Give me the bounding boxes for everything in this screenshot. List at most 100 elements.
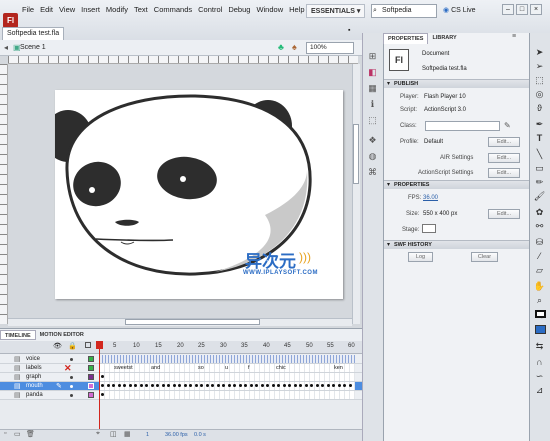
air-settings-edit-button[interactable]: Edit...: [488, 153, 520, 163]
keyframe[interactable]: [117, 384, 121, 387]
hand-tool-icon[interactable]: ✋: [533, 280, 546, 292]
back-arrow-icon[interactable]: ◂: [4, 43, 8, 52]
keyframe[interactable]: [321, 384, 324, 387]
document-tab[interactable]: Softpedia test.fla: [2, 27, 65, 40]
menu-control[interactable]: Control: [198, 5, 222, 14]
keyframe[interactable]: [233, 384, 236, 387]
fps-value[interactable]: 36.00: [423, 195, 438, 201]
search-input[interactable]: Softpedia: [371, 4, 437, 18]
keyframe[interactable]: [178, 384, 181, 387]
keyframe[interactable]: [128, 384, 132, 387]
lasso-tool-icon[interactable]: ϑ: [533, 102, 546, 114]
center-frame-icon[interactable]: ⌖: [96, 430, 100, 438]
pen-tool-icon[interactable]: ✒: [533, 118, 546, 130]
keyframe[interactable]: [238, 384, 242, 387]
size-edit-button[interactable]: Edit...: [488, 209, 520, 219]
align-icon[interactable]: ⊞: [366, 50, 379, 63]
edit-scene-icon[interactable]: ♣: [278, 42, 284, 52]
playhead[interactable]: [99, 341, 100, 429]
bone-tool-icon[interactable]: ⚯: [533, 220, 546, 232]
menu-commands[interactable]: Commands: [154, 5, 192, 14]
maximize-button[interactable]: □: [516, 4, 528, 15]
collapse-arrow-icon[interactable]: ▾: [387, 241, 390, 248]
menu-edit[interactable]: Edit: [40, 5, 53, 14]
new-folder-icon[interactable]: ▭: [14, 430, 21, 438]
tab-timeline[interactable]: TIMELINE: [0, 330, 36, 340]
vertical-scroll-thumb[interactable]: [353, 124, 359, 184]
keyframe[interactable]: [227, 384, 231, 387]
menu-modify[interactable]: Modify: [106, 5, 128, 14]
keyframe[interactable]: [211, 384, 214, 387]
keyframe[interactable]: [260, 384, 264, 387]
visibility-dot[interactable]: [70, 385, 73, 388]
keyframe[interactable]: [299, 384, 302, 387]
code-snippets-icon[interactable]: ⌘: [366, 166, 379, 179]
keyframe[interactable]: [205, 384, 209, 387]
log-button[interactable]: Log: [408, 252, 433, 262]
keyframe[interactable]: [106, 384, 110, 387]
rectangle-tool-icon[interactable]: ▭: [533, 162, 546, 174]
keyframe[interactable]: [150, 384, 154, 387]
transform-icon[interactable]: ⬚: [366, 114, 379, 127]
keyframe[interactable]: [167, 384, 170, 387]
layer-row[interactable]: ▤ graph: [0, 373, 362, 382]
minimize-button[interactable]: –: [502, 4, 514, 15]
swatches-icon[interactable]: ▦: [366, 82, 379, 95]
visibility-dot[interactable]: [70, 358, 73, 361]
layer-color[interactable]: [88, 383, 94, 389]
keyframe[interactable]: [139, 384, 143, 387]
publish-section-header[interactable]: PUBLISH: [384, 79, 529, 88]
menu-file[interactable]: File: [22, 5, 34, 14]
smooth-icon[interactable]: ∽: [533, 370, 546, 382]
subselection-tool-icon[interactable]: ➢: [533, 60, 546, 72]
zoom-select[interactable]: 100%: [306, 42, 354, 54]
tab-properties[interactable]: PROPERTIES: [383, 33, 429, 44]
keyframe[interactable]: [255, 384, 258, 387]
deco-tool-icon[interactable]: ✿: [533, 206, 546, 218]
pencil-tool-icon[interactable]: ✏: [533, 176, 546, 188]
delete-layer-icon[interactable]: 🗑: [26, 430, 35, 438]
keyframe[interactable]: [343, 384, 346, 387]
new-layer-icon[interactable]: ▫: [4, 430, 6, 437]
swf-history-section-header[interactable]: SWF HISTORY: [384, 240, 529, 249]
keyframe[interactable]: [101, 384, 104, 387]
layer-row[interactable]: ▤ voice: [0, 355, 362, 364]
eye-icon[interactable]: 👁: [53, 342, 62, 350]
swap-colors-icon[interactable]: ⇆: [533, 340, 546, 352]
layer-color[interactable]: [88, 356, 94, 362]
keyframe[interactable]: [134, 384, 137, 387]
properties-section-header[interactable]: PROPERTIES: [384, 180, 529, 189]
keyframe[interactable]: [271, 384, 275, 387]
straighten-icon[interactable]: ⊿: [533, 384, 546, 396]
3d-rotation-tool-icon[interactable]: ◎: [533, 88, 546, 100]
keyframe[interactable]: [216, 384, 220, 387]
tab-motion-editor[interactable]: MOTION EDITOR: [36, 330, 88, 340]
keyframe[interactable]: [194, 384, 198, 387]
components-icon[interactable]: ❖: [366, 134, 379, 147]
edit-markers-icon[interactable]: ▦: [124, 430, 131, 438]
workspace-switcher[interactable]: ESSENTIALS ▾: [306, 4, 366, 18]
keyframe[interactable]: [310, 384, 313, 387]
menu-text[interactable]: Text: [134, 5, 148, 14]
free-transform-tool-icon[interactable]: ⬚: [533, 74, 546, 86]
line-tool-icon[interactable]: ╲: [533, 148, 546, 160]
horizontal-scroll-thumb[interactable]: [125, 319, 260, 325]
brush-tool-icon[interactable]: 🖌: [533, 190, 546, 202]
keyframe[interactable]: [332, 384, 335, 387]
paint-bucket-tool-icon[interactable]: ⛁: [533, 236, 546, 248]
stage-vertical-scrollbar[interactable]: [352, 64, 360, 324]
layer-row[interactable]: ▤ labels ✕ sweetst and so u f chic ken: [0, 363, 362, 373]
keyframe[interactable]: [189, 384, 192, 387]
stroke-color-swatch[interactable]: [535, 310, 546, 318]
text-tool-icon[interactable]: T: [533, 132, 546, 144]
visibility-dot[interactable]: [70, 376, 73, 379]
info-icon[interactable]: ℹ: [366, 98, 379, 111]
collapse-arrow-icon[interactable]: ▾: [387, 80, 390, 87]
keyframe[interactable]: [288, 384, 291, 387]
keyframe[interactable]: [304, 384, 308, 387]
keyframe[interactable]: [145, 384, 148, 387]
keyframe[interactable]: [101, 393, 104, 396]
keyframe[interactable]: [222, 384, 225, 387]
keyframe[interactable]: [315, 384, 319, 387]
edit-symbol-icon[interactable]: ♠: [292, 42, 297, 52]
